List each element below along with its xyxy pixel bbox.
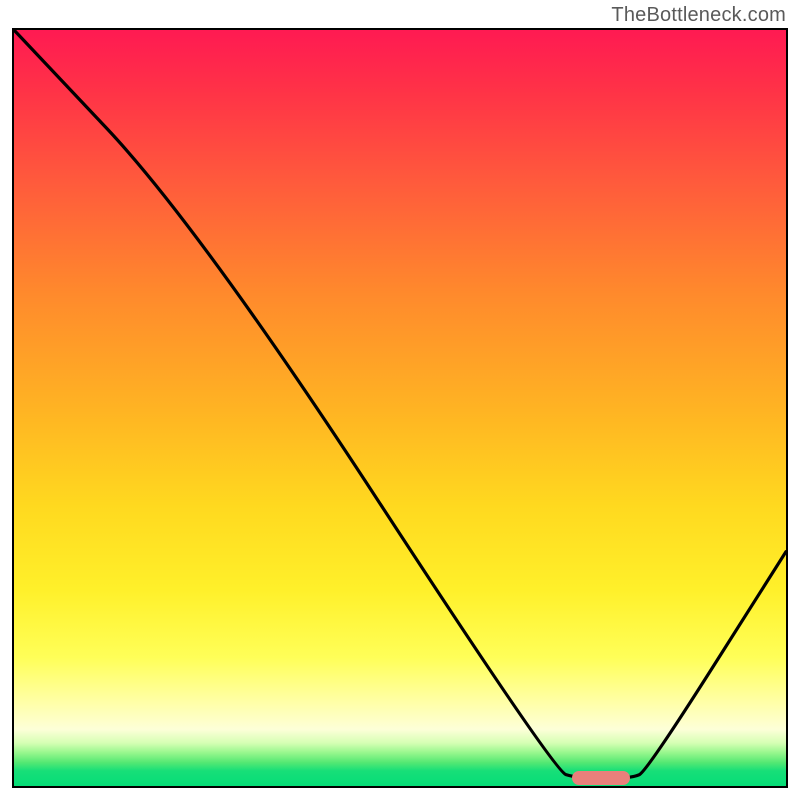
chart-frame: [12, 28, 788, 788]
attribution-text: TheBottleneck.com: [611, 4, 786, 27]
bottleneck-curve: [14, 30, 786, 786]
optimal-range-marker: [572, 771, 630, 785]
